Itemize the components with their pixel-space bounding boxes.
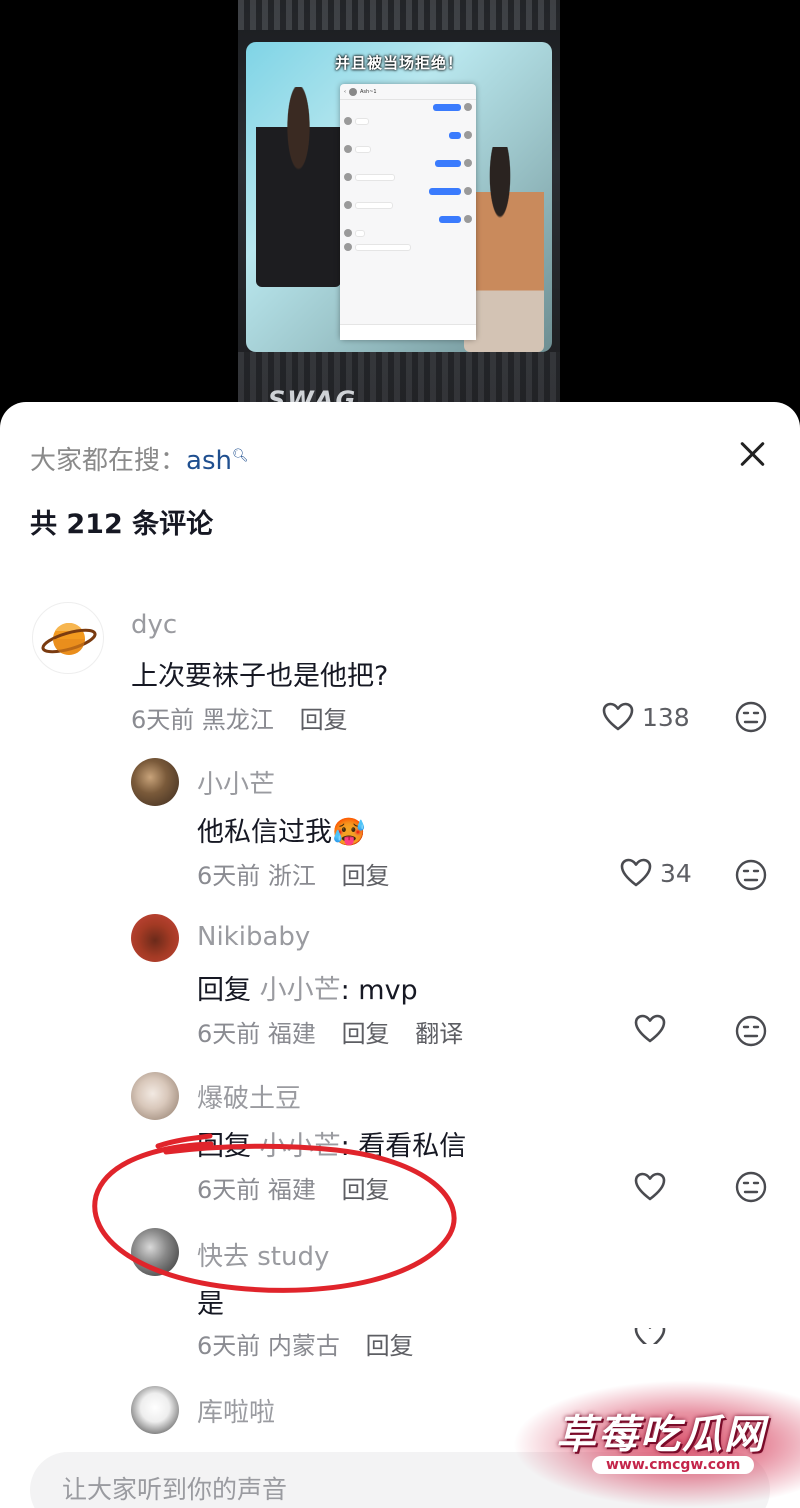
dm-message xyxy=(340,240,476,254)
like-count: 138 xyxy=(642,702,690,732)
heart-icon xyxy=(602,702,634,731)
reply-body: : mvp xyxy=(340,975,418,1006)
comment-time: 6天前 xyxy=(197,1332,261,1360)
comment-username[interactable]: Nikibaby xyxy=(197,922,310,952)
dm-message xyxy=(340,100,476,114)
watermark: 草莓吃瓜网 www.cmcgw.com xyxy=(512,1380,800,1508)
reply-button[interactable]: 回复 xyxy=(342,1176,390,1204)
dm-message xyxy=(340,114,476,128)
hot-search-keyword[interactable]: ash xyxy=(186,446,232,476)
comment-time: 6天前 xyxy=(197,862,261,890)
comment-username[interactable]: 快去 study xyxy=(197,1236,329,1273)
reply-button[interactable]: 回复 xyxy=(300,706,348,734)
comment-text: 他私信过我🥵 xyxy=(197,817,366,848)
video-caption: 并且被当场拒绝！ xyxy=(334,54,463,72)
comment-username[interactable]: dyc xyxy=(131,610,177,640)
comment-time: 6天前 xyxy=(197,1176,261,1204)
heart-icon xyxy=(634,1014,666,1043)
heart-icon xyxy=(620,858,652,887)
video-frame: 并且被当场拒绝！ ‹ Ash~1 SWAG xyxy=(238,0,560,410)
dislike-icon[interactable] xyxy=(734,1170,768,1204)
comment-time: 6天前 xyxy=(131,706,195,734)
dm-message xyxy=(340,142,476,156)
reply-button[interactable]: 回复 xyxy=(342,1020,390,1048)
avatar[interactable] xyxy=(131,1228,179,1276)
heart-icon xyxy=(634,1172,666,1201)
dm-screenshot: ‹ Ash~1 xyxy=(340,84,476,340)
translate-button[interactable]: 翻译 xyxy=(415,1020,463,1048)
dm-footer xyxy=(340,324,476,340)
person-right-figure xyxy=(464,147,544,352)
reply-prefix: 回复 xyxy=(197,1131,251,1162)
reply-button[interactable]: 回复 xyxy=(342,862,390,890)
dm-header-name: Ash~1 xyxy=(360,88,377,95)
hot-search-bar[interactable]: 大家都在搜：ash🔍︎ xyxy=(30,440,249,477)
dm-message xyxy=(340,184,476,198)
dislike-icon[interactable] xyxy=(734,700,768,734)
dm-message xyxy=(340,128,476,142)
comment-username[interactable]: 爆破土豆 xyxy=(197,1078,301,1115)
comment-sheet: 大家都在搜：ash🔍︎ 共 212 条评论 dyc 上次要袜子也是他把? 6天前… xyxy=(0,402,800,1508)
comment-location: 内蒙古 xyxy=(267,1332,340,1360)
back-icon: ‹ xyxy=(344,88,346,95)
watermark-url: www.cmcgw.com xyxy=(592,1456,755,1474)
comment-username[interactable]: 小小芒 xyxy=(197,764,275,801)
hot-search-prefix: 大家都在搜： xyxy=(30,446,187,476)
video-player[interactable]: 并且被当场拒绝！ ‹ Ash~1 SWAG xyxy=(0,0,800,410)
avatar[interactable] xyxy=(131,758,179,806)
like-button[interactable]: 138 xyxy=(602,702,690,732)
avatar[interactable] xyxy=(32,602,104,674)
comment-count: 共 212 条评论 xyxy=(30,509,214,540)
comment-location: 黑龙江 xyxy=(201,706,274,734)
avatar[interactable] xyxy=(131,1072,179,1120)
reply-mention[interactable]: 小小芒 xyxy=(260,1131,341,1162)
dm-message xyxy=(340,156,476,170)
reply-button[interactable]: 回复 xyxy=(366,1332,414,1360)
avatar[interactable] xyxy=(131,914,179,962)
comment-meta: 6天前 内蒙古 回复 xyxy=(197,1326,414,1361)
comment-text: 上次要袜子也是他把? xyxy=(131,661,389,692)
comment-location: 福建 xyxy=(267,1020,316,1048)
comment-text: 回复 小小芒: 看看私信 xyxy=(197,1124,466,1163)
dm-message xyxy=(340,170,476,184)
planet-icon xyxy=(41,622,97,655)
reply-body: : 看看私信 xyxy=(340,1131,467,1162)
heart-icon xyxy=(634,1328,666,1344)
dislike-icon[interactable] xyxy=(734,1014,768,1048)
comment-time: 6天前 xyxy=(197,1020,261,1048)
close-icon[interactable] xyxy=(730,432,774,476)
dislike-icon[interactable] xyxy=(734,858,768,892)
dm-message xyxy=(340,226,476,240)
dm-message xyxy=(340,212,476,226)
person-left-figure xyxy=(256,87,341,287)
reply-mention[interactable]: 小小芒 xyxy=(260,975,341,1006)
like-count: 34 xyxy=(660,858,692,888)
comment-meta: 6天前 福建 回复 翻译 xyxy=(197,1014,463,1049)
like-button[interactable] xyxy=(634,1172,666,1202)
like-button[interactable]: 34 xyxy=(620,858,692,888)
comment-meta: 6天前 福建 回复 xyxy=(197,1170,390,1205)
video-scene: 并且被当场拒绝！ ‹ Ash~1 xyxy=(246,42,552,352)
like-button[interactable] xyxy=(634,1014,666,1044)
chain-decoration-top xyxy=(238,0,560,30)
comment-location: 浙江 xyxy=(267,862,316,890)
dm-header: ‹ Ash~1 xyxy=(340,84,476,100)
comment-meta: 6天前 黑龙江 回复 xyxy=(131,700,348,735)
watermark-title: 草莓吃瓜网 xyxy=(556,1412,766,1458)
search-icon: 🔍︎ xyxy=(231,448,249,464)
reply-prefix: 回复 xyxy=(197,975,251,1006)
comment-text: 是 xyxy=(197,1289,224,1320)
avatar[interactable] xyxy=(131,1386,179,1434)
comment-username[interactable]: 库啦啦 xyxy=(197,1392,275,1429)
comment-meta: 6天前 浙江 回复 xyxy=(197,856,390,891)
like-button[interactable] xyxy=(634,1328,666,1344)
comment-text: 回复 小小芒: mvp xyxy=(197,968,418,1007)
dm-message xyxy=(340,198,476,212)
dm-avatar xyxy=(349,87,357,96)
comment-location: 福建 xyxy=(267,1176,316,1204)
